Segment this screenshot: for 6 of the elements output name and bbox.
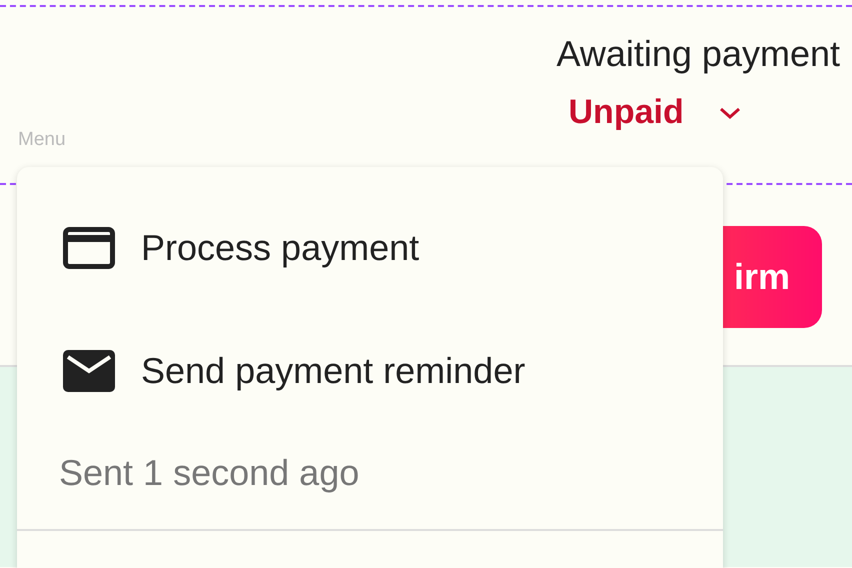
menu-label: Menu bbox=[18, 129, 66, 151]
credit-card-icon bbox=[63, 227, 115, 269]
status-title: Awaiting payment bbox=[556, 33, 840, 75]
envelope-icon bbox=[63, 350, 115, 392]
status-dropdown[interactable]: Unpaid bbox=[556, 93, 742, 132]
sent-note: Sent 1 second ago bbox=[59, 452, 360, 494]
